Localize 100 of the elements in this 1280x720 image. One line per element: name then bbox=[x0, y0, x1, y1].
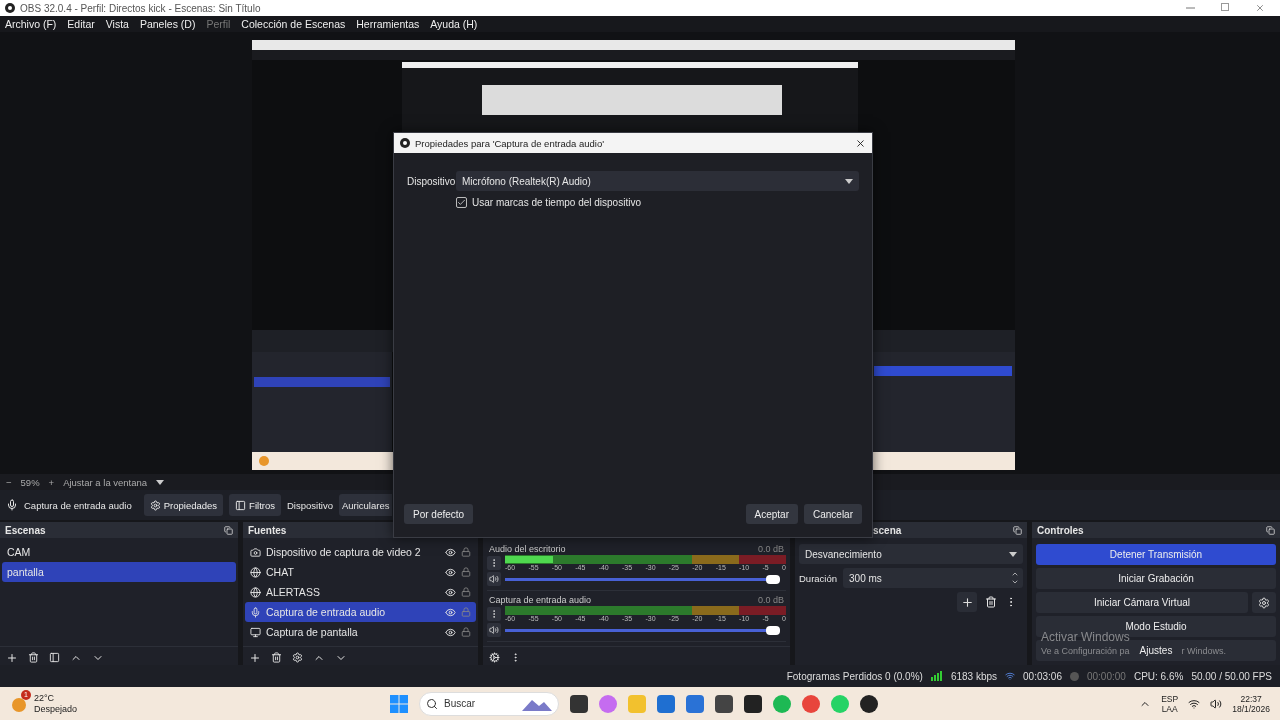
dialog-title: Propiedades para 'Captura de entrada audio' bbox=[415, 137, 605, 149]
menu-button[interactable] bbox=[487, 607, 501, 621]
weather-text: Despejado bbox=[34, 703, 78, 715]
undock-icon[interactable] bbox=[224, 525, 233, 535]
device-dropdown[interactable]: Micrófono (Realtek(R) Audio) bbox=[456, 171, 859, 191]
app-logo-icon bbox=[400, 138, 410, 148]
settings-button[interactable] bbox=[1252, 592, 1276, 613]
app-icon[interactable] bbox=[715, 694, 733, 713]
properties-button[interactable]: Propiedades bbox=[143, 494, 224, 516]
language[interactable]: ESP bbox=[1161, 693, 1179, 704]
monitor-icon bbox=[250, 626, 261, 638]
menu-button[interactable] bbox=[487, 556, 501, 570]
dock-title: Escenas bbox=[5, 524, 46, 536]
undock-icon[interactable] bbox=[1266, 525, 1275, 535]
control-button[interactable]: Detener Transmisión bbox=[1036, 544, 1276, 565]
source-item[interactable]: Dispositivo de captura de video 2 bbox=[245, 542, 476, 562]
source-label: CHAT bbox=[266, 566, 295, 578]
lock-icon[interactable] bbox=[461, 627, 471, 637]
device-label: Dispositivo bbox=[287, 499, 333, 511]
check-icon bbox=[457, 198, 466, 207]
channel-name: Audio del escritorio bbox=[489, 544, 566, 554]
menu-item[interactable]: Colección de Escenas bbox=[241, 18, 346, 30]
filters-button[interactable]: Filtros bbox=[229, 494, 281, 516]
app-icon[interactable] bbox=[744, 694, 762, 713]
source-label: Captura de pantalla bbox=[266, 626, 359, 638]
lock-icon[interactable] bbox=[461, 567, 471, 577]
add-icon bbox=[960, 595, 974, 609]
menu-item[interactable]: Ayuda (H) bbox=[430, 18, 478, 30]
eye-icon[interactable] bbox=[445, 566, 456, 578]
mute-button[interactable] bbox=[487, 572, 501, 586]
add-icon[interactable] bbox=[249, 651, 261, 664]
record-icon bbox=[1069, 671, 1079, 681]
fps: 50.00 / 50.00 FPS bbox=[1191, 670, 1272, 682]
caret-icon bbox=[1009, 551, 1017, 557]
wifi-icon[interactable] bbox=[1188, 697, 1201, 710]
dock-title: Controles bbox=[1037, 524, 1084, 536]
clock-time[interactable]: 22:37 bbox=[1240, 693, 1262, 704]
fit-dropdown[interactable]: Ajustar a la ventana bbox=[63, 476, 148, 488]
filter-icon bbox=[235, 499, 247, 511]
filter-icon[interactable] bbox=[49, 652, 60, 663]
cancel-button[interactable]: Cancelar bbox=[803, 504, 862, 524]
gears-icon[interactable] bbox=[489, 652, 500, 663]
mute-button[interactable] bbox=[487, 623, 501, 637]
zoom-in-button[interactable]: + bbox=[48, 476, 55, 488]
gear-icon[interactable] bbox=[292, 652, 303, 663]
windows-logo-icon[interactable] bbox=[390, 694, 408, 713]
speaker-icon bbox=[489, 625, 499, 635]
menu-item[interactable]: Herramientas bbox=[356, 18, 420, 30]
trash-icon[interactable] bbox=[28, 652, 39, 663]
menu-item[interactable]: Vista bbox=[105, 18, 129, 30]
source-item[interactable]: Captura de entrada audio bbox=[245, 602, 476, 622]
caret-icon bbox=[845, 178, 853, 184]
duration-field[interactable]: 300 ms bbox=[843, 568, 1023, 588]
search-field[interactable]: Buscar bbox=[419, 691, 559, 716]
add-button[interactable] bbox=[957, 592, 977, 612]
menu-item[interactable]: Archivo (F) bbox=[5, 18, 57, 30]
camera-icon bbox=[250, 546, 261, 558]
maximize-icon[interactable] bbox=[1221, 3, 1229, 11]
undock-icon[interactable] bbox=[1013, 525, 1022, 535]
source-item[interactable]: ALERTASS bbox=[245, 582, 476, 602]
app-logo-icon bbox=[5, 3, 15, 13]
menu-item[interactable]: Paneles (D) bbox=[139, 18, 196, 30]
menu-item[interactable]: Editar bbox=[67, 18, 95, 30]
source-item[interactable]: CHAT bbox=[245, 562, 476, 582]
lock-icon[interactable] bbox=[461, 547, 471, 557]
transition-dropdown[interactable]: Desvanecimiento bbox=[799, 544, 1023, 564]
dock-title: scena bbox=[873, 524, 902, 536]
window-title: OBS 32.0.4 - Perfil: Directos kick - Escenas: Sin Título bbox=[20, 2, 262, 14]
signal-icon bbox=[930, 671, 943, 681]
keyboard-layout[interactable]: LAA bbox=[1161, 703, 1178, 714]
clock-date[interactable]: 18/1/2026 bbox=[1232, 703, 1270, 714]
app-icon[interactable] bbox=[860, 694, 878, 713]
bitrate: 6183 kbps bbox=[950, 670, 998, 682]
source-item[interactable]: Captura de pantalla bbox=[245, 622, 476, 642]
duration-label: Duración bbox=[799, 572, 838, 584]
lock-icon[interactable] bbox=[461, 587, 471, 597]
eye-icon[interactable] bbox=[445, 626, 456, 638]
app-icon[interactable] bbox=[570, 694, 588, 713]
trash-icon[interactable] bbox=[271, 652, 282, 663]
stream-time: 00:03:06 bbox=[1023, 670, 1062, 682]
checkbox[interactable] bbox=[456, 197, 467, 208]
eye-icon[interactable] bbox=[445, 586, 456, 598]
eye-icon[interactable] bbox=[445, 546, 456, 558]
scene-item[interactable]: CAM bbox=[2, 542, 236, 562]
control-button[interactable]: Iniciar Cámara Virtual bbox=[1036, 592, 1248, 613]
device-dropdown[interactable]: Auriculares bbox=[338, 494, 393, 516]
channel-reading: 0.0 dB bbox=[757, 595, 784, 605]
caret-icon bbox=[156, 479, 165, 485]
control-button[interactable]: Iniciar Grabación bbox=[1036, 568, 1276, 589]
eye-icon[interactable] bbox=[445, 606, 456, 618]
ok-button[interactable]: Aceptar bbox=[745, 504, 798, 524]
trash-icon[interactable] bbox=[985, 596, 997, 608]
defaults-button[interactable]: Por defecto bbox=[404, 504, 474, 524]
broadcast-icon bbox=[1005, 671, 1016, 681]
zoom-out-button[interactable]: − bbox=[6, 476, 12, 488]
close-icon[interactable] bbox=[855, 137, 866, 149]
add-icon[interactable] bbox=[6, 651, 18, 664]
microphone-icon bbox=[250, 606, 261, 618]
speaker-icon[interactable] bbox=[1210, 697, 1223, 710]
scene-item[interactable]: pantalla bbox=[2, 562, 236, 582]
